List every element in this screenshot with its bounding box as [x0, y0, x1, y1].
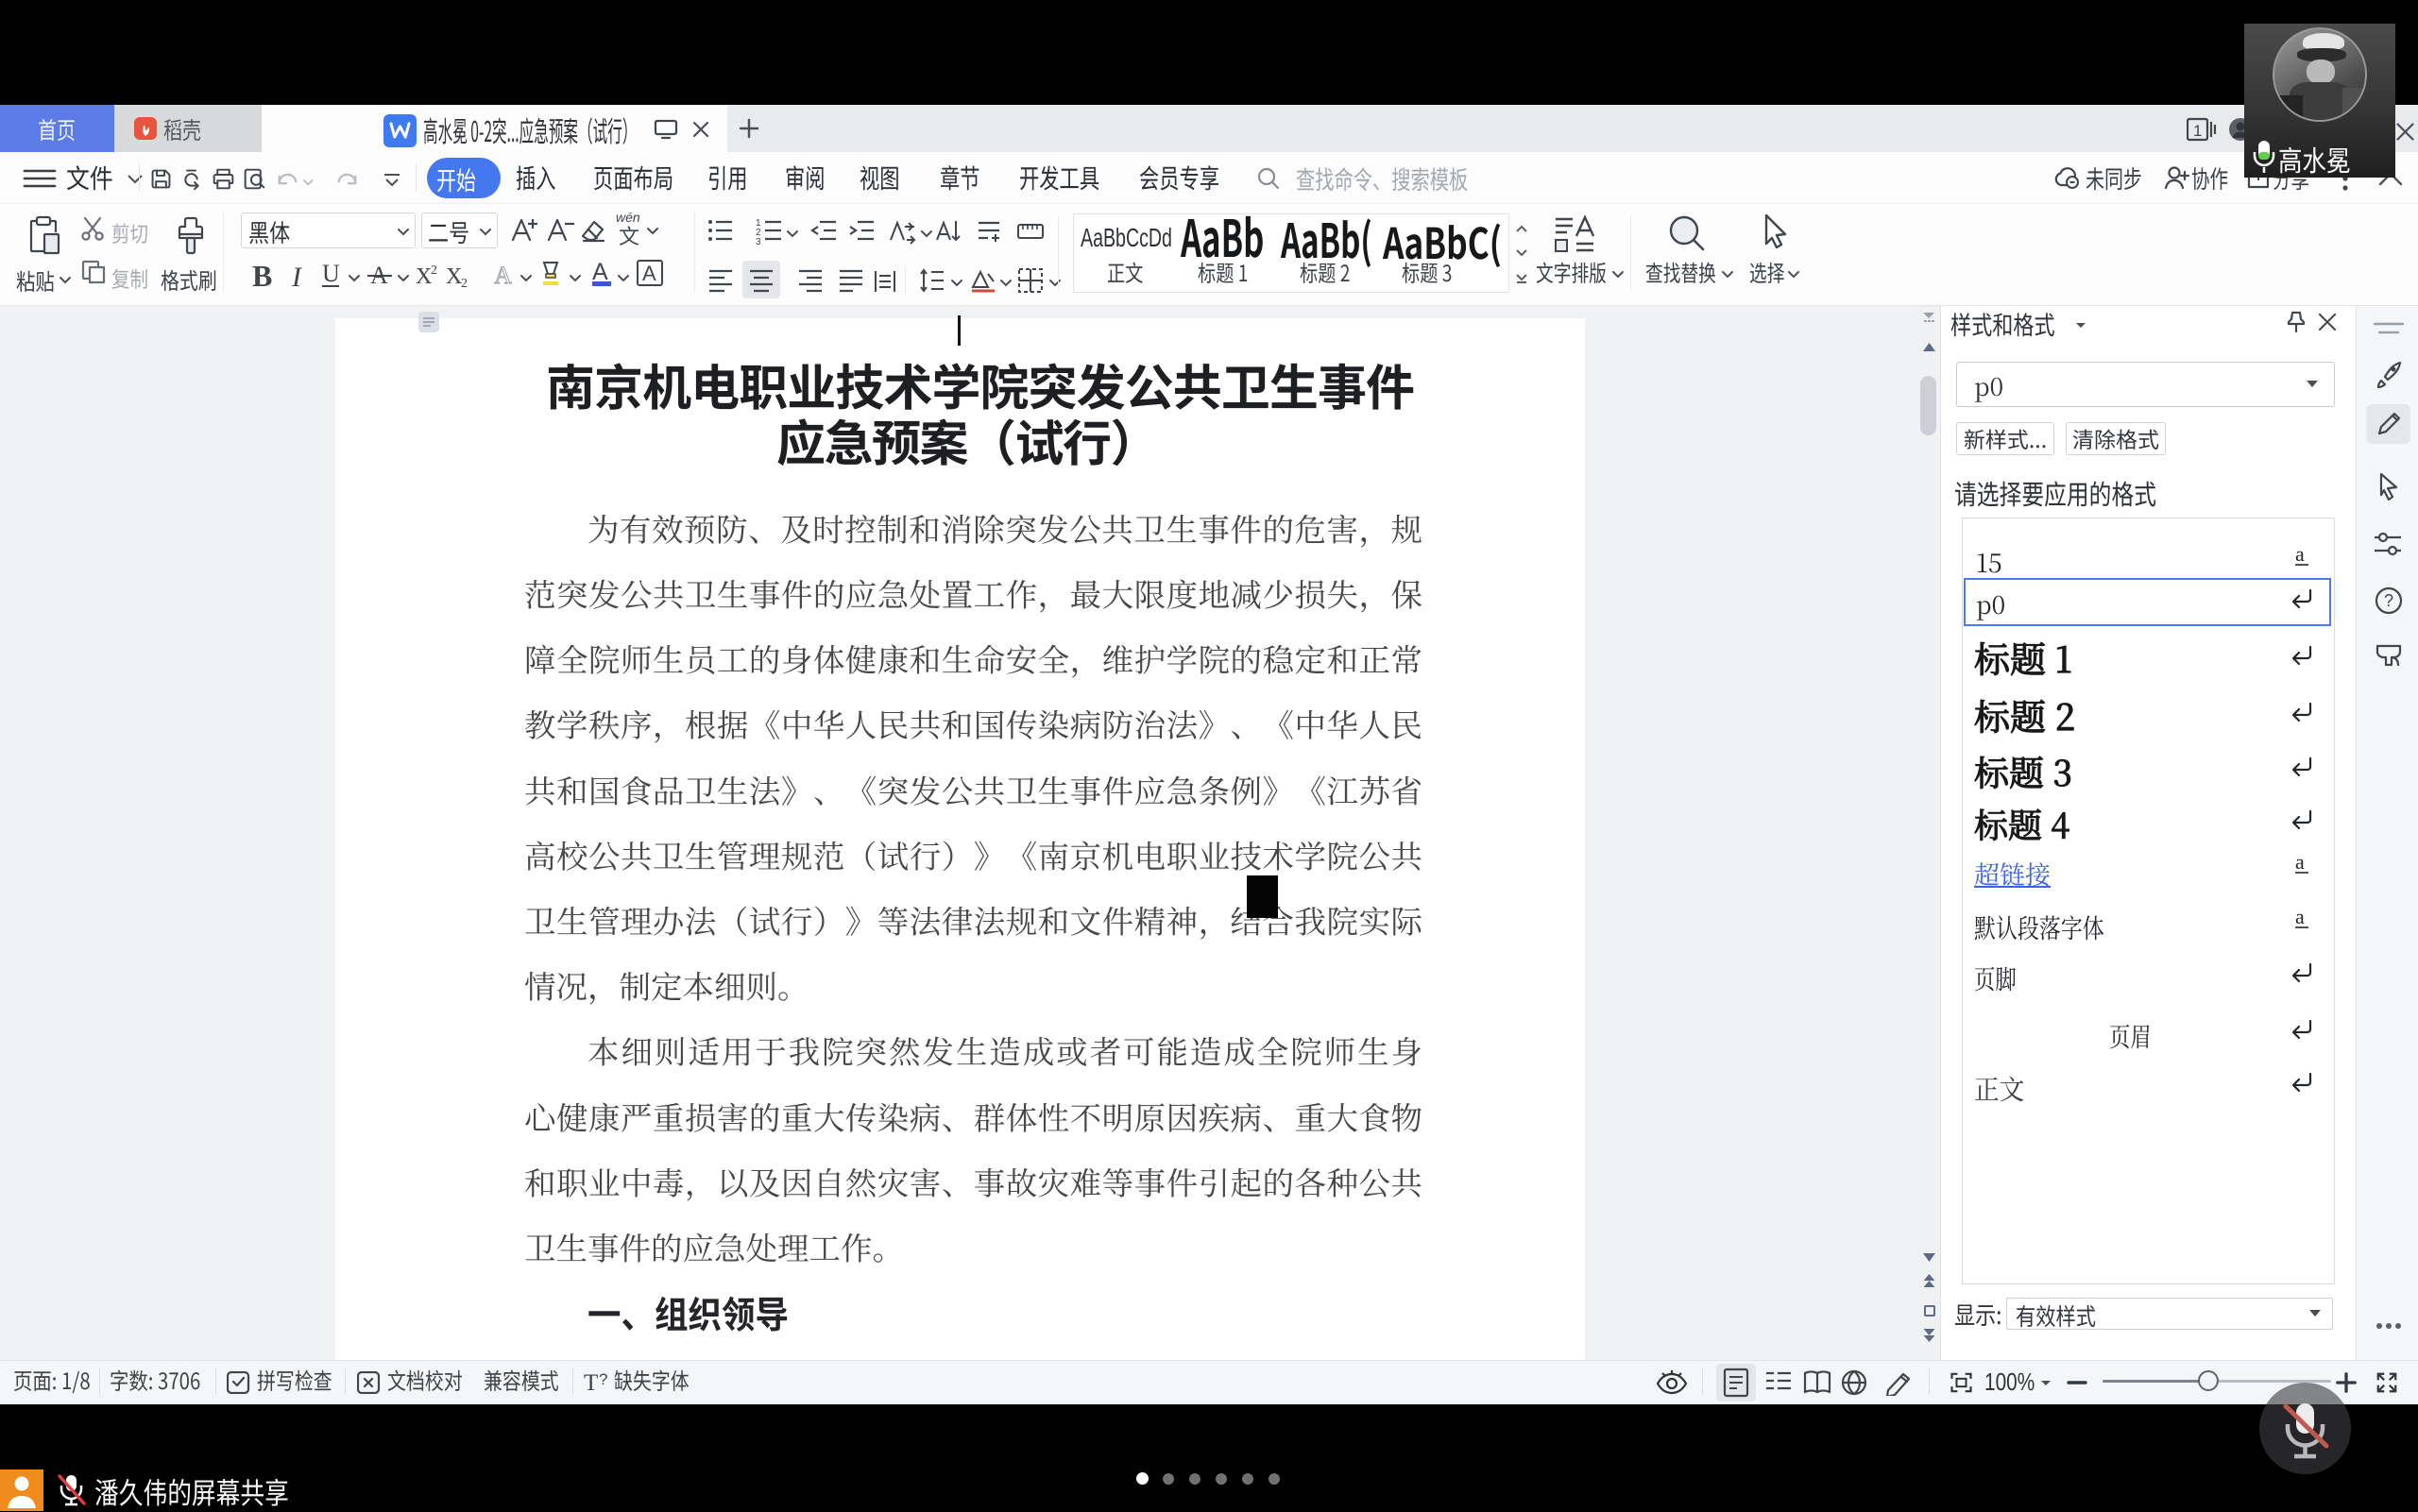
svg-text:a: a [2295, 907, 2305, 928]
svg-text:A: A [494, 262, 512, 289]
svg-text:B: B [252, 261, 272, 289]
svg-text:A: A [642, 262, 656, 285]
svg-text:?: ? [599, 1370, 607, 1388]
svg-text:X: X [446, 264, 462, 289]
svg-text:a: a [2295, 852, 2305, 874]
svg-text:3: 3 [756, 237, 761, 246]
svg-text:X: X [416, 264, 432, 289]
svg-text:a: a [2295, 544, 2305, 566]
svg-text:1: 1 [2193, 122, 2202, 140]
svg-text:A: A [592, 259, 608, 285]
svg-text:?: ? [2384, 591, 2393, 610]
svg-text:U: U [322, 261, 340, 287]
svg-text:T: T [584, 1370, 598, 1396]
svg-text:I: I [291, 262, 303, 289]
svg-text:文: 文 [619, 220, 639, 246]
svg-text:2: 2 [431, 263, 437, 278]
svg-text:2: 2 [461, 277, 468, 289]
